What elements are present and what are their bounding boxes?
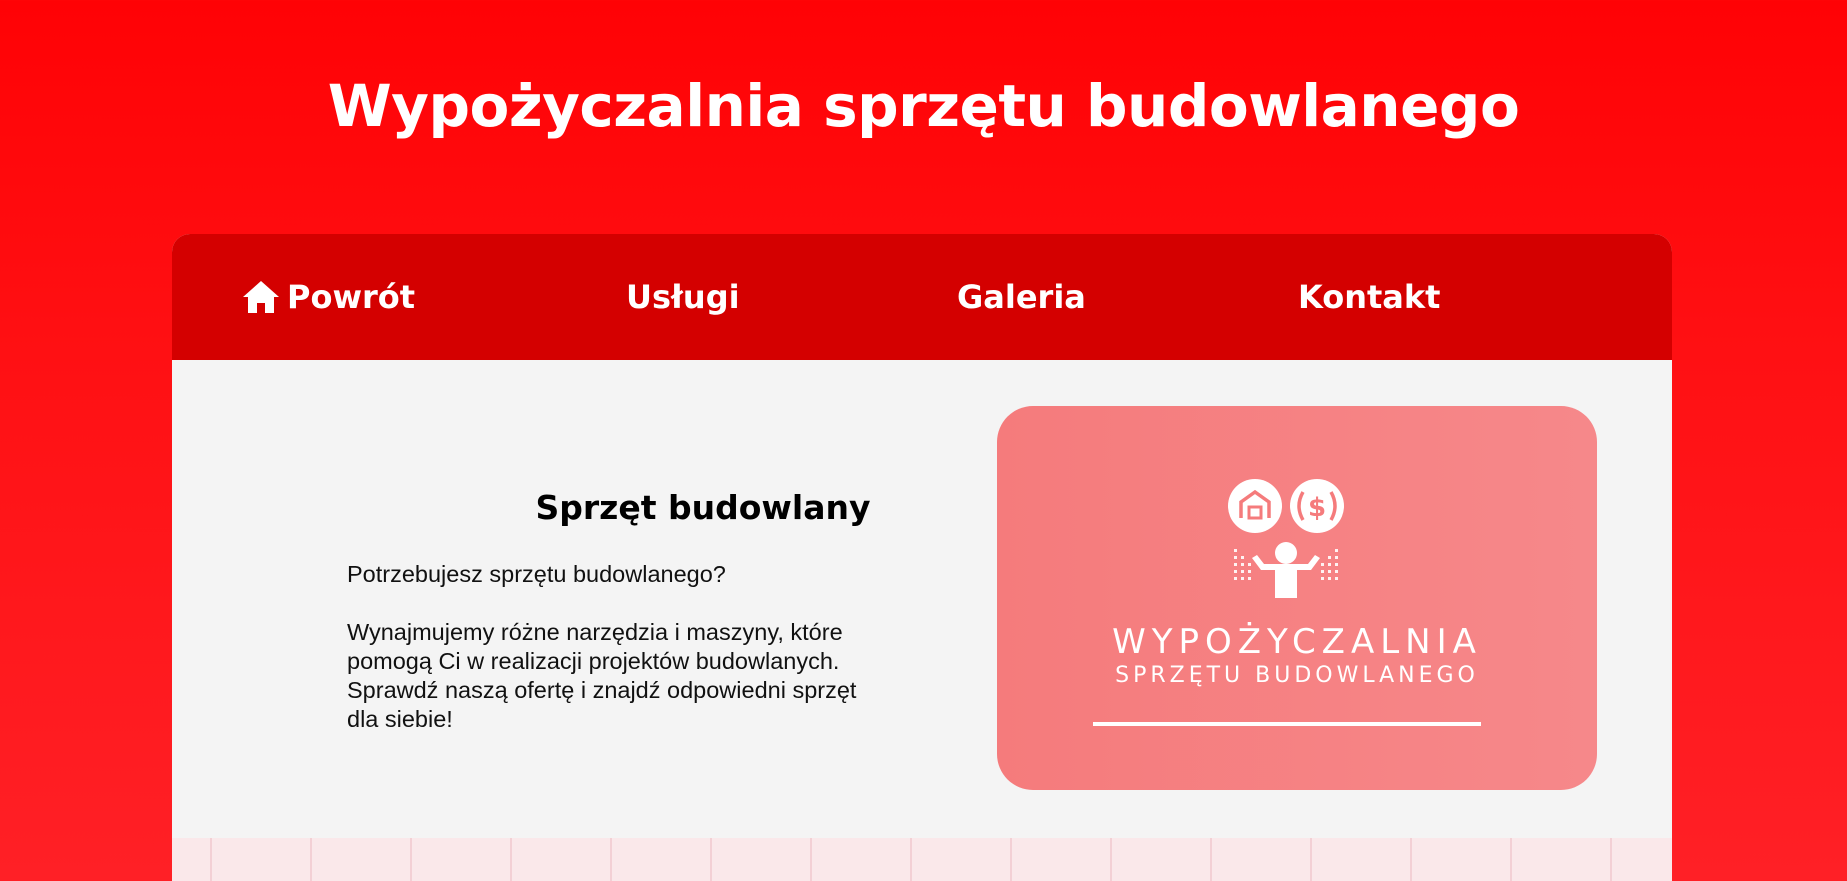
nav-item-services[interactable]: Usługi [626,234,740,360]
decorative-pattern-strip [172,838,1672,881]
nav-item-label: Galeria [957,278,1086,316]
logo-text-main: WYPOŻYCZALNIA [1112,622,1482,662]
site-title: Wypożyczalnia sprzętu budowlanego [327,72,1520,140]
dollar-icon: $ [1290,479,1344,533]
intro-text: Potrzebujesz sprzętu budowlanego? [347,561,726,587]
logo-graphic: $ [1093,479,1481,726]
nav-item-label: Usługi [626,278,740,316]
person-icon [1234,542,1338,598]
home-icon [243,281,279,313]
house-icon [1228,479,1282,533]
main-card: Powrót Usługi Galeria Kontakt Sprzęt bud… [172,234,1672,881]
description-text: Wynajmujemy różne narzędzia i maszyny, k… [347,619,857,732]
svg-text:$: $ [1308,493,1326,523]
main-navigation: Powrót Usługi Galeria Kontakt [172,234,1672,360]
promo-logo-image: $ WYPOŻYCZALNIA SPRZĘTU BUDOWLANEGO [997,406,1597,790]
logo-underline [1093,722,1481,726]
content-section: Sprzęt budowlany Potrzebujesz sprzętu bu… [172,360,1672,838]
nav-item-contact[interactable]: Kontakt [1298,234,1440,360]
nav-item-gallery[interactable]: Galeria [957,234,1086,360]
logo-text-sub: SPRZĘTU BUDOWLANEGO [1115,663,1479,688]
nav-item-back[interactable]: Powrót [241,234,415,360]
nav-item-label: Kontakt [1298,278,1441,316]
section-title: Sprzęt budowlany [535,488,871,527]
nav-item-label: Powrót [287,278,416,316]
